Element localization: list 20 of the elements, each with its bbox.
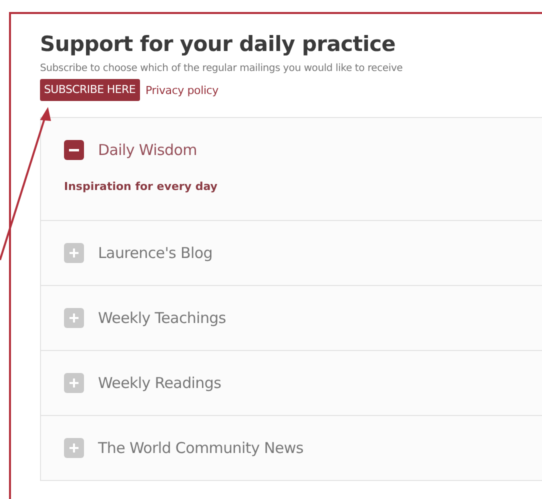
plus-icon[interactable] (64, 308, 84, 328)
plus-icon[interactable] (64, 438, 84, 458)
accordion-header[interactable]: Weekly Teachings (41, 286, 542, 350)
subscribe-button[interactable]: SUBSCRIBE HERE (40, 79, 140, 101)
accordion-title: Weekly Teachings (98, 309, 226, 327)
accordion-title: Daily Wisdom (98, 141, 197, 159)
accordion-header[interactable]: The World Community News (41, 416, 542, 480)
accordion-header[interactable]: Weekly Readings (41, 351, 542, 415)
subtitle: Subscribe to choose which of the regular mailings you would like to receive (40, 62, 404, 76)
accordion-title: Weekly Readings (98, 374, 222, 392)
accordion-content: Inspiration for every day (63, 180, 218, 195)
accordion-title: The World Community News (98, 439, 304, 457)
accordion-header[interactable]: Daily Wisdom (41, 118, 542, 182)
accordion-header[interactable]: Laurence's Blog (41, 221, 542, 285)
minus-icon[interactable] (64, 140, 84, 160)
privacy-link[interactable]: Privacy policy (146, 84, 218, 96)
page-heading: Support for your daily practice (40, 31, 396, 58)
accordion-title: Laurence's Blog (98, 244, 212, 262)
plus-icon[interactable] (64, 243, 84, 263)
plus-icon[interactable] (64, 373, 84, 393)
